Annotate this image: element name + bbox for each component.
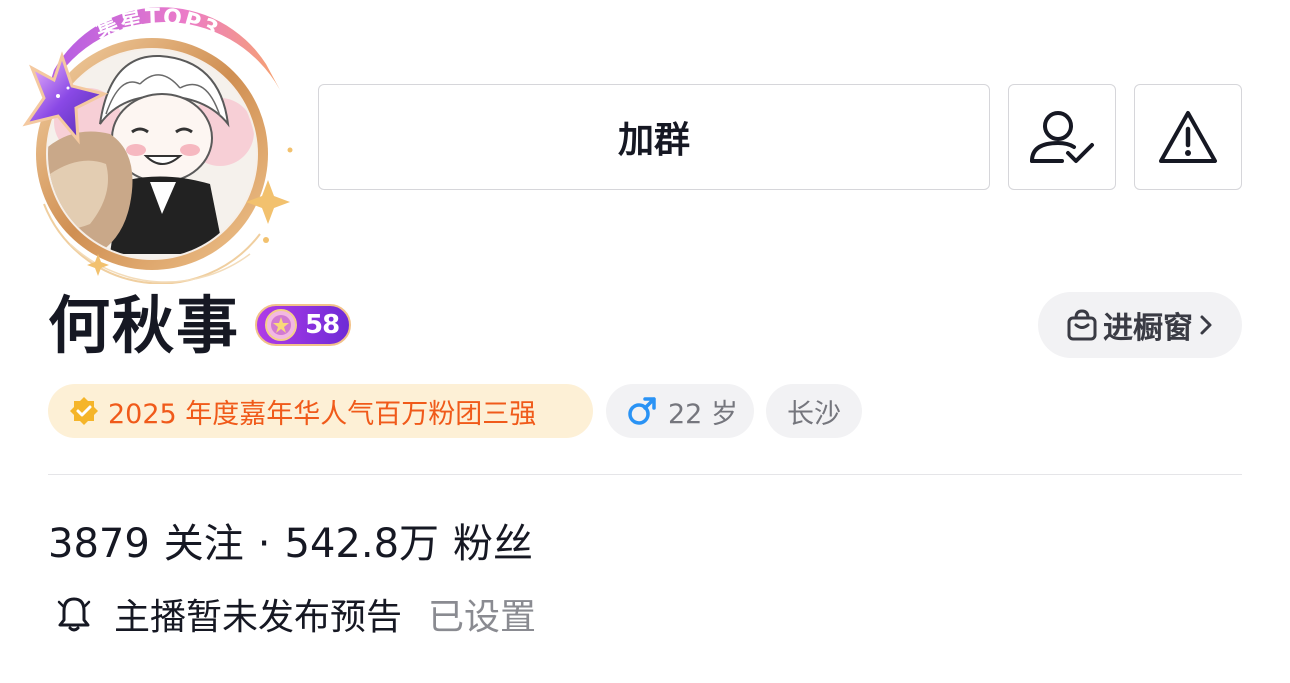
followed-button[interactable] <box>1008 84 1116 190</box>
follow-stats: 3879 关注 · 542.8万 粉丝 <box>48 518 533 570</box>
level-badge[interactable]: 58 <box>255 304 351 346</box>
honor-tag-label: 2025 年度嘉年华人气百万粉团三强 <box>108 398 537 430</box>
verified-badge-icon <box>70 397 98 425</box>
join-group-button[interactable]: 加群 <box>318 84 990 190</box>
profile-page: 集星TOP3 加群 何秋事 58 进橱窗 2025 年度嘉年华人气百万粉团三强 … <box>0 0 1290 683</box>
male-icon <box>628 397 656 425</box>
city-tag: 长沙 <box>766 384 862 438</box>
fan-level-icon <box>265 309 297 341</box>
age-label: 22 岁 <box>668 398 738 430</box>
shop-window-button[interactable]: 进橱窗 <box>1038 292 1242 358</box>
gender-age-tag: 22 岁 <box>606 384 754 438</box>
shopping-bag-icon <box>1067 309 1097 341</box>
followers-count[interactable]: 542.8万 <box>285 518 440 570</box>
avatar-frame: 集星TOP3 <box>22 5 293 284</box>
chevron-right-icon <box>1200 315 1212 335</box>
city-label: 长沙 <box>787 398 841 430</box>
user-check-icon <box>1030 111 1094 163</box>
level-number: 58 <box>305 310 340 340</box>
avatar[interactable]: 集星TOP3 <box>10 4 300 284</box>
stats-separator: · <box>257 521 271 567</box>
warning-icon <box>1159 111 1217 163</box>
followers-label[interactable]: 粉丝 <box>453 518 533 570</box>
join-group-label: 加群 <box>617 120 690 161</box>
following-label[interactable]: 关注 <box>164 518 244 570</box>
report-button[interactable] <box>1134 84 1242 190</box>
notice-text: 主播暂未发布预告 <box>114 597 403 638</box>
divider <box>48 474 1242 475</box>
reminder-set-button[interactable]: 已设置 <box>428 588 536 640</box>
bell-icon <box>57 597 91 632</box>
live-preview-notice: 主播暂未发布预告 已设置 <box>56 588 536 640</box>
following-count[interactable]: 3879 <box>48 518 150 570</box>
profile-name: 何秋事 <box>48 289 241 362</box>
shop-window-label: 进橱窗 <box>1103 311 1193 346</box>
honor-tag[interactable]: 2025 年度嘉年华人气百万粉团三强 <box>48 384 593 438</box>
